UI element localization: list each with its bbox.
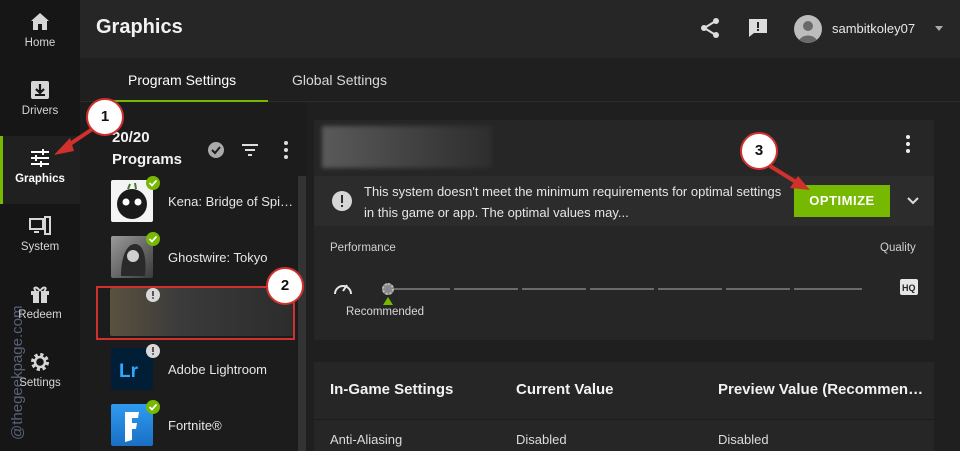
warning-text: This system doesn't meet the minimum req… — [364, 184, 782, 220]
table-cell-preview: Disabled — [718, 432, 769, 447]
programs-label: Programs — [112, 151, 183, 168]
nav-label-system: System — [20, 241, 60, 253]
top-header: Graphics sambitkoley07 — [80, 0, 960, 58]
optimize-button[interactable]: OPTIMIZE — [794, 185, 890, 217]
avatar[interactable] — [794, 15, 822, 43]
gift-icon — [31, 286, 49, 303]
requirements-warning: This system doesn't meet the minimum req… — [314, 176, 934, 226]
program-item-lightroom[interactable]: Lr Adobe Lightroom — [104, 344, 300, 400]
more-vertical-icon[interactable] — [276, 140, 296, 160]
quality-label: Quality — [880, 242, 916, 254]
performance-label: Performance — [330, 242, 396, 254]
status-badge — [146, 344, 160, 358]
programs-count: 20/20 — [112, 129, 150, 146]
svg-text:HQ: HQ — [902, 283, 916, 293]
status-badge — [146, 400, 160, 414]
column-header-preview: Preview Value (Recommended) — [718, 381, 932, 398]
table-cell-setting: Anti-Aliasing — [330, 432, 403, 447]
annotation-1: 1 — [86, 98, 124, 136]
share-icon[interactable] — [698, 16, 722, 40]
chevron-down-icon[interactable] — [935, 26, 943, 31]
program-name: Ghostwire: Tokyo — [168, 250, 268, 265]
watermark: @thegeekpage.com — [9, 305, 26, 440]
svg-text:Lr: Lr — [119, 361, 139, 382]
settings-table: In-Game Settings Current Value Preview V… — [314, 362, 934, 451]
program-name: Fortnite® — [168, 418, 222, 433]
annotation-3: 3 — [740, 132, 778, 170]
nav-item-system[interactable]: System — [0, 204, 80, 272]
verified-icon[interactable] — [206, 140, 226, 160]
selected-program-highlight — [96, 286, 295, 340]
nav-item-home[interactable]: Home — [0, 0, 80, 68]
tab-global-settings[interactable]: Global Settings — [292, 72, 387, 88]
nav-item-drivers[interactable]: Drivers — [0, 68, 80, 136]
speedometer-icon — [334, 284, 352, 295]
status-badge — [146, 176, 160, 190]
program-item-kena[interactable]: Kena: Bridge of Spirits — [104, 176, 300, 232]
page-title: Graphics — [96, 16, 183, 38]
table-cell-current: Disabled — [516, 432, 567, 447]
column-header-setting: In-Game Settings — [330, 381, 454, 398]
program-name: Kena: Bridge of Spirits — [168, 194, 296, 209]
program-name: Adobe Lightroom — [168, 362, 268, 377]
alert-icon — [332, 191, 352, 211]
computer-icon — [29, 216, 51, 235]
tab-bar: Program Settings Global Settings — [80, 58, 960, 102]
recommended-marker — [383, 297, 393, 305]
filter-icon[interactable] — [240, 140, 260, 160]
program-detail-panel: This system doesn't meet the minimum req… — [314, 120, 934, 340]
status-badge — [146, 232, 160, 246]
tab-program-settings[interactable]: Program Settings — [128, 72, 236, 88]
more-vertical-icon[interactable] — [902, 134, 914, 154]
download-icon — [31, 81, 49, 99]
column-header-current: Current Value — [516, 381, 614, 398]
game-banner — [322, 126, 492, 168]
quality-slider-handle[interactable] — [382, 283, 394, 295]
quality-slider-track[interactable] — [382, 288, 862, 290]
programs-count-title: 20/20 Programs — [112, 127, 182, 171]
chevron-down-icon[interactable] — [906, 194, 920, 208]
hq-icon: HQ — [900, 279, 918, 295]
gear-icon — [31, 353, 49, 371]
annotation-2: 2 — [266, 267, 304, 305]
program-item-fortnite[interactable]: Fortnite® — [104, 400, 300, 451]
nav-label-drivers: Drivers — [21, 105, 59, 117]
table-divider — [314, 419, 934, 420]
home-icon — [31, 13, 49, 30]
username[interactable]: sambitkoley07 — [832, 21, 915, 36]
feedback-icon[interactable] — [746, 16, 770, 40]
recommended-label: Recommended — [346, 306, 424, 318]
nav-item-graphics[interactable]: Graphics — [0, 136, 80, 204]
user-icon — [798, 21, 818, 43]
sliders-icon — [31, 149, 49, 167]
nav-label-graphics: Graphics — [15, 173, 65, 185]
nav-label-home: Home — [24, 37, 56, 49]
